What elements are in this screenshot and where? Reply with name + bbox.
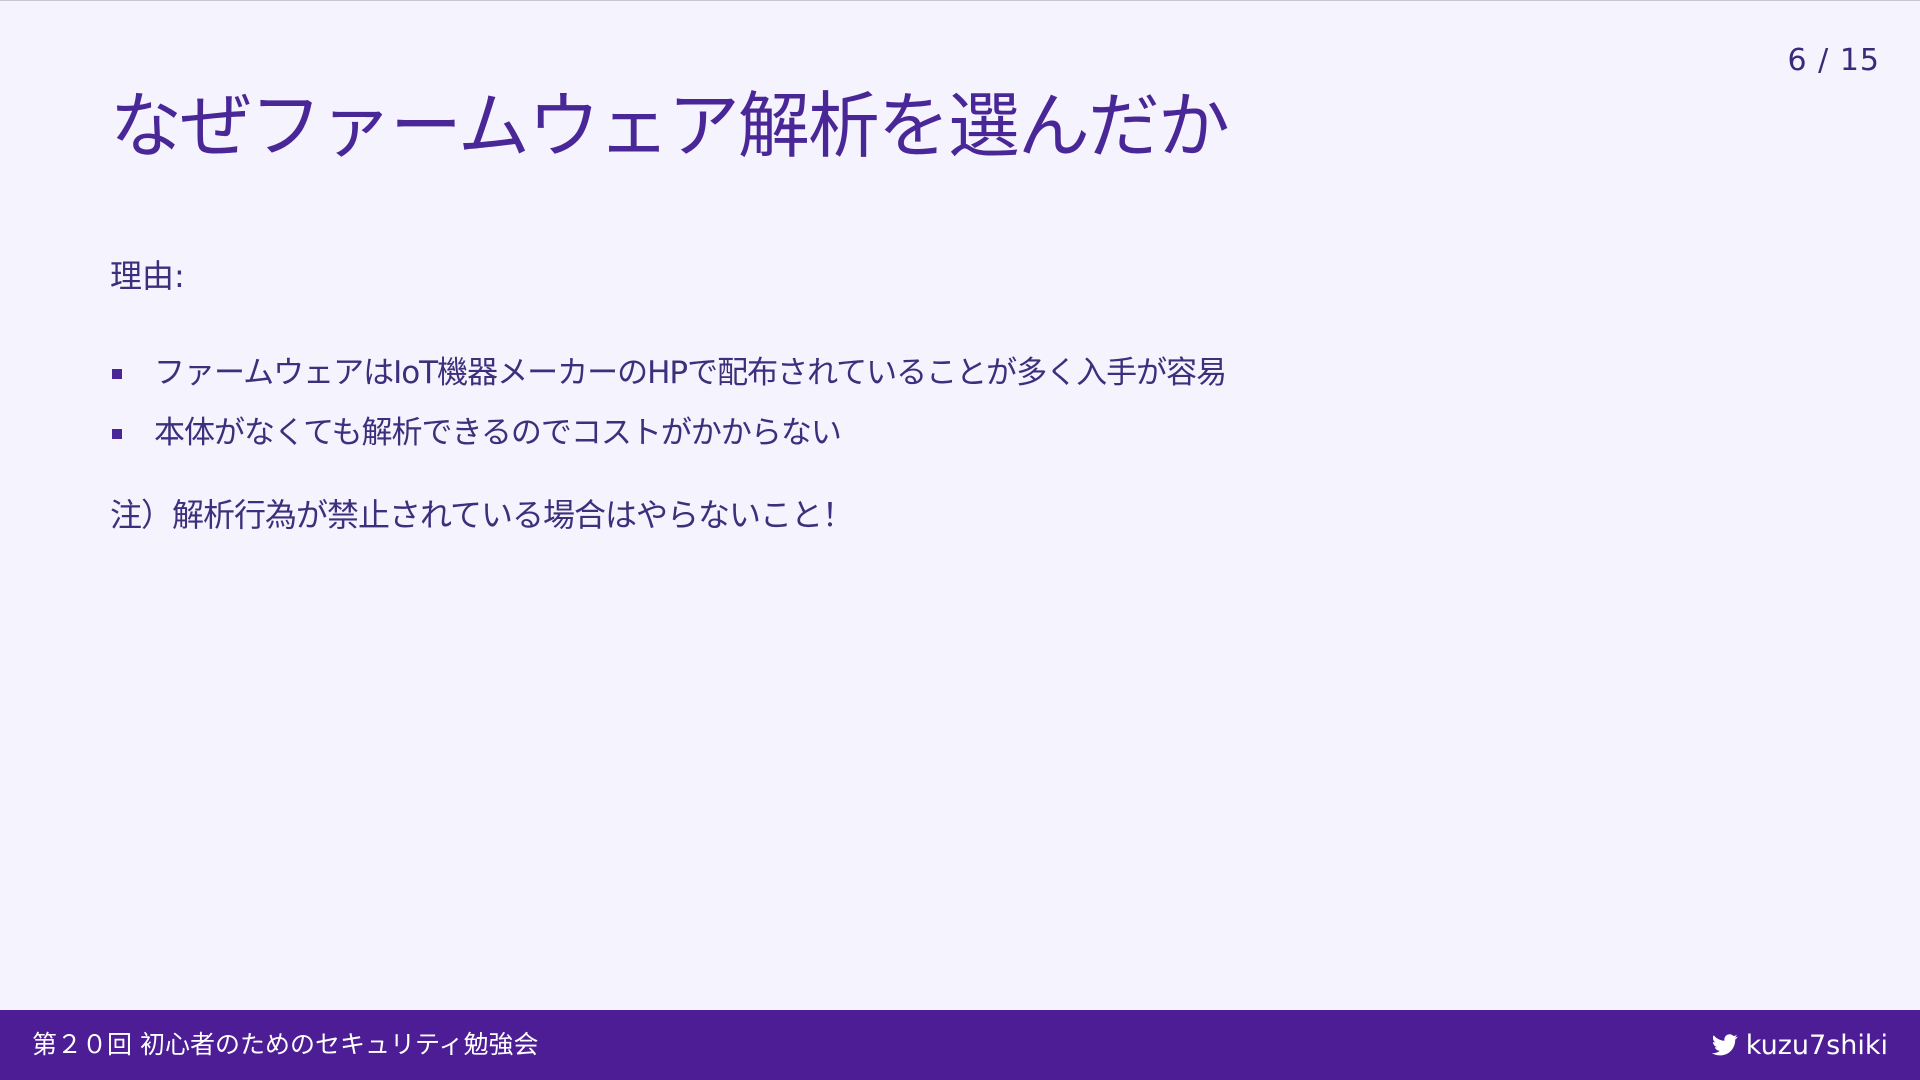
reason-item: 本体がなくても解析できるのでコストがかからない xyxy=(110,403,1810,463)
footer-event-title: 第２０回 初心者のためのセキュリティ勉強会 xyxy=(32,1030,539,1059)
reason-item: ファームウェアはIoT機器メーカーのHPで配布されていることが多く入手が容易 xyxy=(110,343,1810,403)
reason-item-text: ファームウェアはIoT機器メーカーのHPで配布されていることが多く入手が容易 xyxy=(154,355,1227,391)
footer-bar: 第２０回 初心者のためのセキュリティ勉強会 kuzu7shiki xyxy=(0,1010,1920,1080)
caution-note: 注）解析行為が禁止されている場合はやらないこと！ xyxy=(110,496,854,534)
slide: 6 / 15 なぜファームウェア解析を選んだか 理由: ファームウェアはIoT機… xyxy=(0,0,1920,1080)
page-number: 6 / 15 xyxy=(1787,43,1880,78)
slide-title: なぜファームウェア解析を選んだか xyxy=(110,84,1230,168)
twitter-icon xyxy=(1711,1034,1738,1056)
reason-item-text: 本体がなくても解析できるのでコストがかからない xyxy=(154,415,842,451)
author-handle: kuzu7shiki xyxy=(1745,1029,1888,1061)
footer-author: kuzu7shiki xyxy=(1711,1010,1888,1080)
bullet-square-icon xyxy=(112,369,122,379)
slide-content: 理由: ファームウェアはIoT機器メーカーのHPで配布されていることが多く入手が… xyxy=(110,251,1810,545)
reason-list: ファームウェアはIoT機器メーカーのHPで配布されていることが多く入手が容易 本… xyxy=(110,343,1810,463)
reason-label: 理由: xyxy=(110,257,185,295)
bullet-square-icon xyxy=(112,429,122,439)
